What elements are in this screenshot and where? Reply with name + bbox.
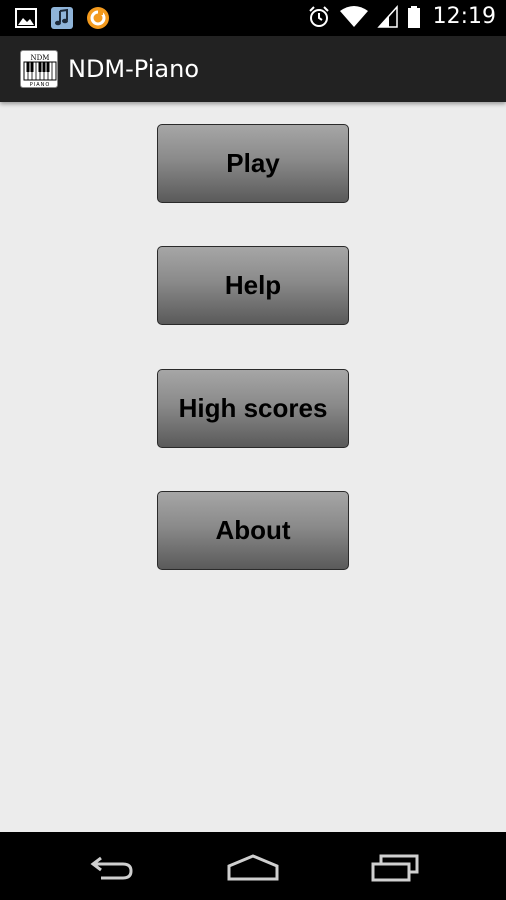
alarm-icon [308, 5, 329, 27]
home-icon [227, 854, 279, 881]
notification-area [14, 6, 110, 30]
sync-icon [87, 7, 109, 29]
home-button[interactable] [223, 850, 283, 884]
svg-text:PIANO: PIANO [30, 82, 51, 88]
app-title: NDM-Piano [68, 55, 200, 83]
recent-apps-icon [371, 854, 419, 882]
music-icon [51, 7, 73, 29]
piano-app-icon: NDM PIANO [20, 50, 58, 88]
battery-icon [407, 5, 420, 28]
navigation-bar [0, 832, 506, 900]
play-button[interactable]: Play [157, 124, 349, 203]
screen: 12:19 NDM PIANO NDM-Piano Play Help High… [0, 0, 506, 900]
clock: 12:19 [432, 4, 496, 29]
status-bar: 12:19 [0, 0, 506, 36]
svg-text:NDM: NDM [31, 54, 50, 62]
signal-icon [376, 4, 398, 28]
recent-apps-button[interactable] [365, 850, 425, 884]
about-button[interactable]: About [157, 491, 349, 570]
system-status-area: 12:19 [307, 4, 496, 29]
piano-keys-graphic: NDM PIANO [23, 54, 57, 88]
image-icon [15, 8, 37, 28]
action-bar: NDM PIANO NDM-Piano [0, 36, 506, 102]
back-icon [90, 856, 133, 880]
wifi-icon [339, 5, 368, 27]
help-button[interactable]: Help [157, 246, 349, 325]
back-button[interactable] [82, 850, 142, 884]
high-scores-button[interactable]: High scores [157, 369, 349, 448]
